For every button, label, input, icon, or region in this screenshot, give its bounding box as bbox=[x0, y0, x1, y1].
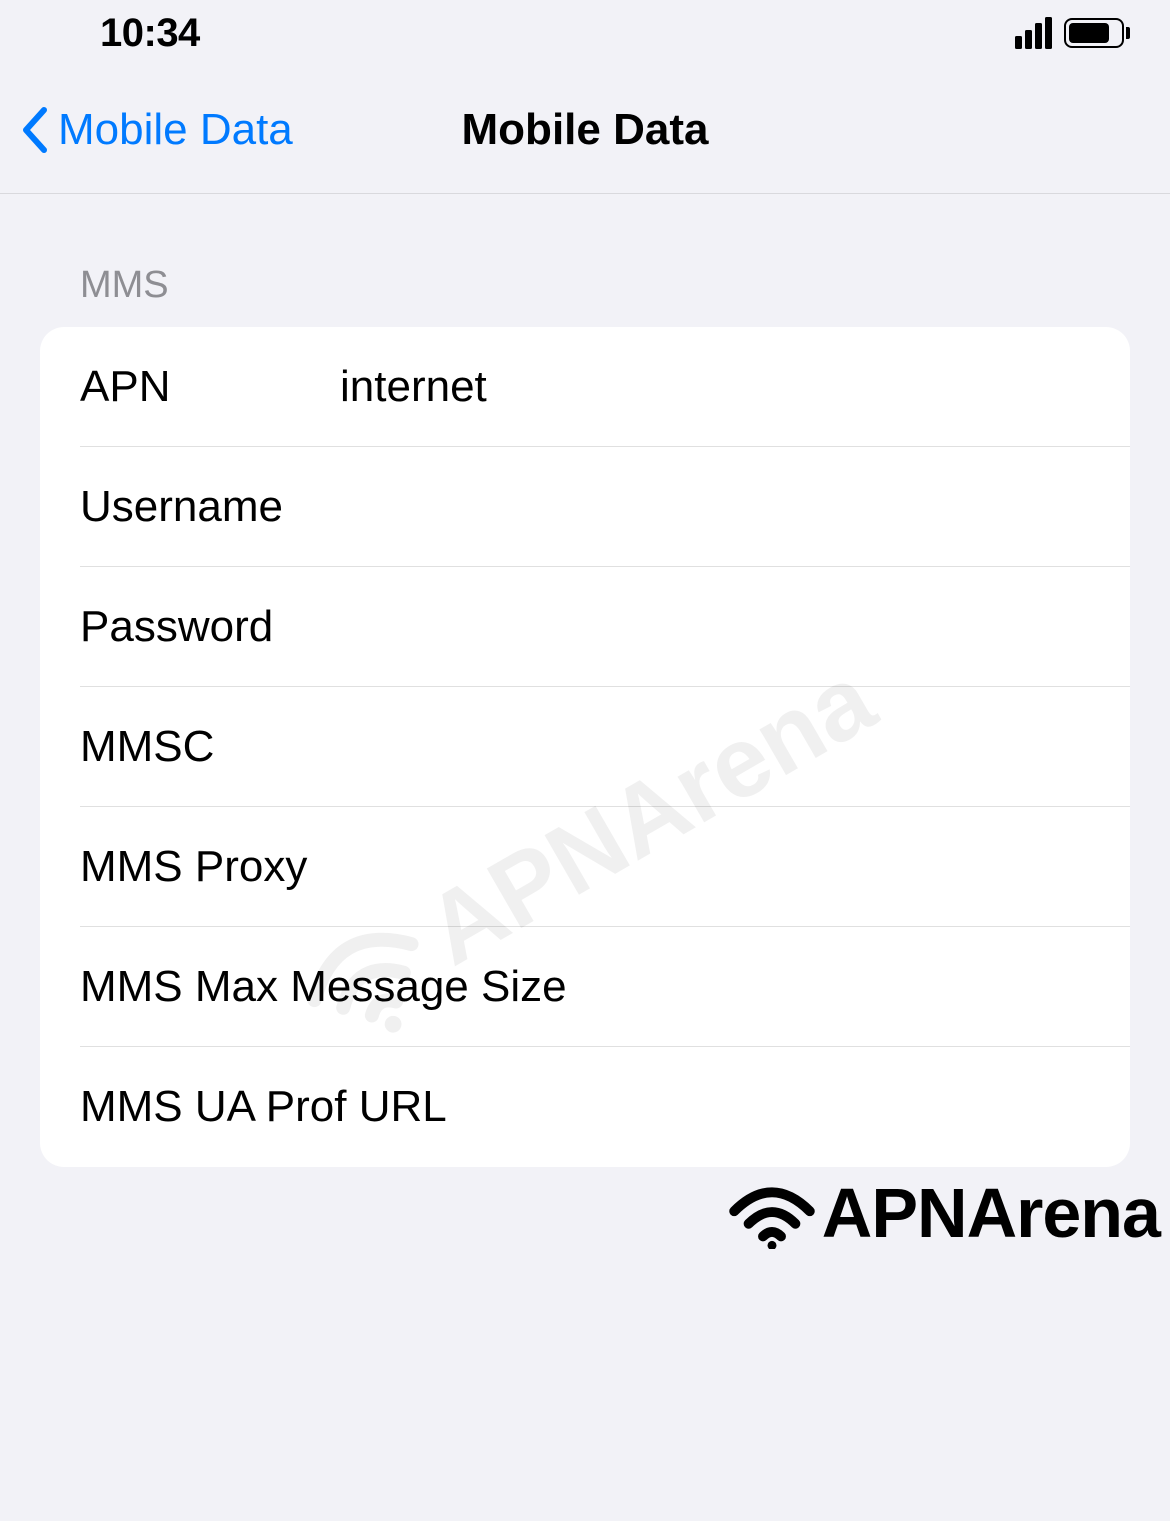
username-row[interactable]: Username bbox=[40, 447, 1130, 567]
username-label: Username bbox=[80, 482, 340, 532]
back-label: Mobile Data bbox=[58, 105, 293, 155]
mms-proxy-row[interactable]: MMS Proxy bbox=[40, 807, 1130, 927]
mms-max-message-size-input[interactable] bbox=[567, 962, 1130, 1012]
password-row[interactable]: Password bbox=[40, 567, 1130, 687]
mmsc-input[interactable] bbox=[340, 722, 1090, 772]
cellular-signal-icon bbox=[1015, 17, 1052, 49]
content: MMS APN Username Password MMSC MMS Proxy… bbox=[0, 194, 1170, 1167]
password-label: Password bbox=[80, 602, 340, 652]
back-button[interactable]: Mobile Data bbox=[20, 105, 293, 155]
mms-max-message-size-label: MMS Max Message Size bbox=[80, 962, 567, 1012]
mms-ua-prof-url-input[interactable] bbox=[447, 1082, 1090, 1132]
apn-label: APN bbox=[80, 362, 340, 412]
mms-ua-prof-url-row[interactable]: MMS UA Prof URL bbox=[40, 1047, 1130, 1167]
settings-group-mms: APN Username Password MMSC MMS Proxy MMS… bbox=[40, 327, 1130, 1167]
chevron-left-icon bbox=[20, 106, 50, 154]
status-bar: 10:34 bbox=[0, 0, 1170, 66]
mms-proxy-input[interactable] bbox=[340, 842, 1090, 892]
wifi-icon bbox=[722, 1177, 822, 1249]
apn-row[interactable]: APN bbox=[40, 327, 1130, 447]
username-input[interactable] bbox=[340, 482, 1090, 532]
password-input[interactable] bbox=[340, 602, 1090, 652]
navigation-bar: Mobile Data Mobile Data bbox=[0, 66, 1170, 194]
mms-proxy-label: MMS Proxy bbox=[80, 842, 340, 892]
mmsc-label: MMSC bbox=[80, 722, 340, 772]
mms-ua-prof-url-label: MMS UA Prof URL bbox=[80, 1082, 447, 1132]
status-indicators bbox=[1015, 17, 1130, 49]
apn-input[interactable] bbox=[340, 362, 1090, 412]
footer-logo: APNArena bbox=[722, 1173, 1160, 1253]
mmsc-row[interactable]: MMSC bbox=[40, 687, 1130, 807]
mms-max-message-size-row[interactable]: MMS Max Message Size bbox=[40, 927, 1130, 1047]
status-time: 10:34 bbox=[100, 11, 200, 56]
battery-icon bbox=[1064, 18, 1130, 48]
section-header-mms: MMS bbox=[0, 264, 1170, 327]
